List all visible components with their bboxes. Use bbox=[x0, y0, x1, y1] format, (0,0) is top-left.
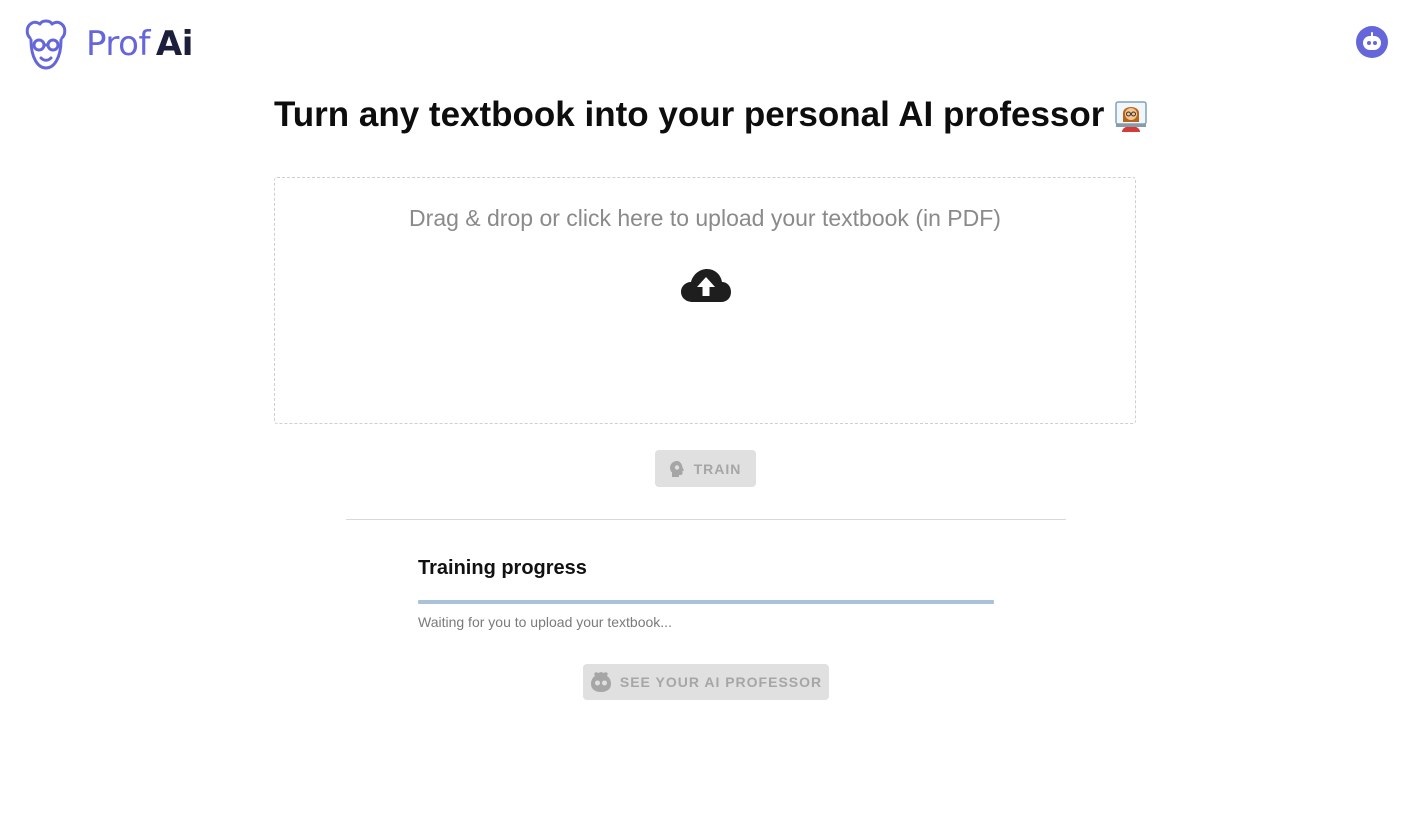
robot-face-icon bbox=[1363, 32, 1381, 50]
account-avatar-button[interactable] bbox=[1356, 26, 1388, 58]
app-page: Prof Ai Turn any textbook into your perso… bbox=[0, 0, 1414, 816]
train-button-label: TRAIN bbox=[693, 460, 742, 477]
logo[interactable]: Prof Ai bbox=[20, 18, 193, 70]
brand-name-ai: Ai bbox=[155, 24, 193, 64]
professor-face-icon bbox=[25, 19, 67, 70]
training-progress-bar bbox=[418, 600, 994, 604]
woman-teacher-icon bbox=[1115, 101, 1148, 132]
train-button[interactable]: TRAIN bbox=[655, 450, 756, 487]
brand-name-prof: Prof bbox=[86, 24, 150, 64]
see-ai-professor-button[interactable]: SEE YOUR AI PROFESSOR bbox=[583, 664, 829, 700]
training-progress-status: Waiting for you to upload your textbook.… bbox=[418, 614, 672, 630]
brand-name: Prof Ai bbox=[86, 27, 193, 61]
cloud-upload-icon bbox=[681, 269, 731, 302]
page-title-text: Turn any textbook into your personal AI … bbox=[274, 95, 1105, 134]
page-title: Turn any textbook into your personal AI … bbox=[274, 94, 1154, 136]
dropzone-instructions: Drag & drop or click here to upload your… bbox=[409, 205, 1001, 231]
section-divider bbox=[346, 519, 1066, 520]
brain-head-icon bbox=[669, 460, 684, 477]
textbook-dropzone[interactable]: Drag & drop or click here to upload your… bbox=[274, 177, 1136, 424]
robot-face-icon bbox=[590, 672, 611, 692]
training-progress-heading: Training progress bbox=[418, 557, 587, 579]
see-ai-professor-label: SEE YOUR AI PROFESSOR bbox=[619, 674, 823, 690]
